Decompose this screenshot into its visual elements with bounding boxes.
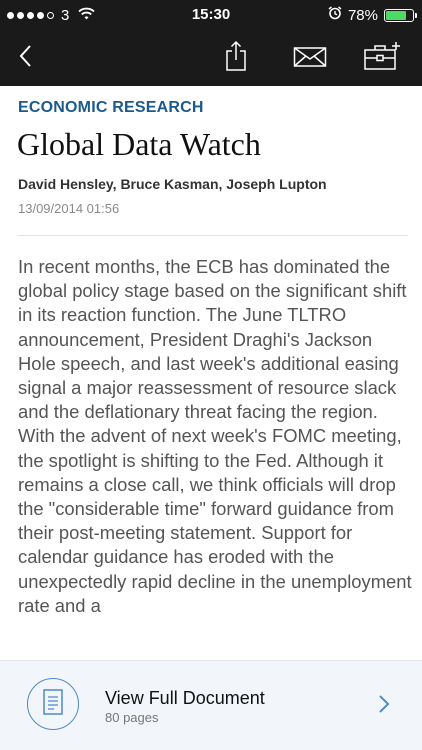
- article-authors: David Hensley, Bruce Kasman, Joseph Lupt…: [18, 176, 327, 192]
- status-right: 78%: [328, 6, 417, 24]
- article-content[interactable]: ECONOMIC RESEARCH Global Data Watch Davi…: [0, 86, 422, 660]
- nav-bar: [0, 30, 422, 86]
- chevron-right-icon: [378, 694, 390, 719]
- divider: [18, 235, 408, 236]
- paragraph: In recent months, the ECB has dominated …: [18, 256, 407, 423]
- article-date: 13/09/2014 01:56: [18, 201, 120, 216]
- battery-percent: 78%: [347, 6, 378, 24]
- view-full-document-button[interactable]: View Full Document 80 pages: [0, 660, 422, 750]
- mail-button[interactable]: [291, 30, 329, 86]
- fade-overlay: [0, 620, 422, 660]
- article-body: In recent months, the ECB has dominated …: [18, 255, 414, 618]
- briefcase-add-icon: [363, 41, 401, 76]
- status-bar: 3 15:30 78%: [0, 0, 422, 30]
- mail-icon: [293, 44, 327, 73]
- alarm-icon: [328, 6, 342, 24]
- footer-title: View Full Document: [105, 688, 265, 708]
- back-button[interactable]: [10, 30, 42, 86]
- briefcase-add-button[interactable]: [362, 30, 402, 86]
- paragraph: With the advent of next week's FOMC meet…: [18, 425, 412, 616]
- document-icon: [43, 688, 63, 720]
- share-icon: [224, 40, 248, 77]
- share-button[interactable]: [220, 30, 252, 86]
- section-label: ECONOMIC RESEARCH: [18, 99, 204, 116]
- article-title: Global Data Watch: [17, 126, 261, 162]
- back-chevron-icon: [19, 44, 33, 73]
- battery-icon: [384, 8, 417, 22]
- page-count: 80 pages: [105, 710, 159, 725]
- document-icon-circle: [27, 678, 79, 730]
